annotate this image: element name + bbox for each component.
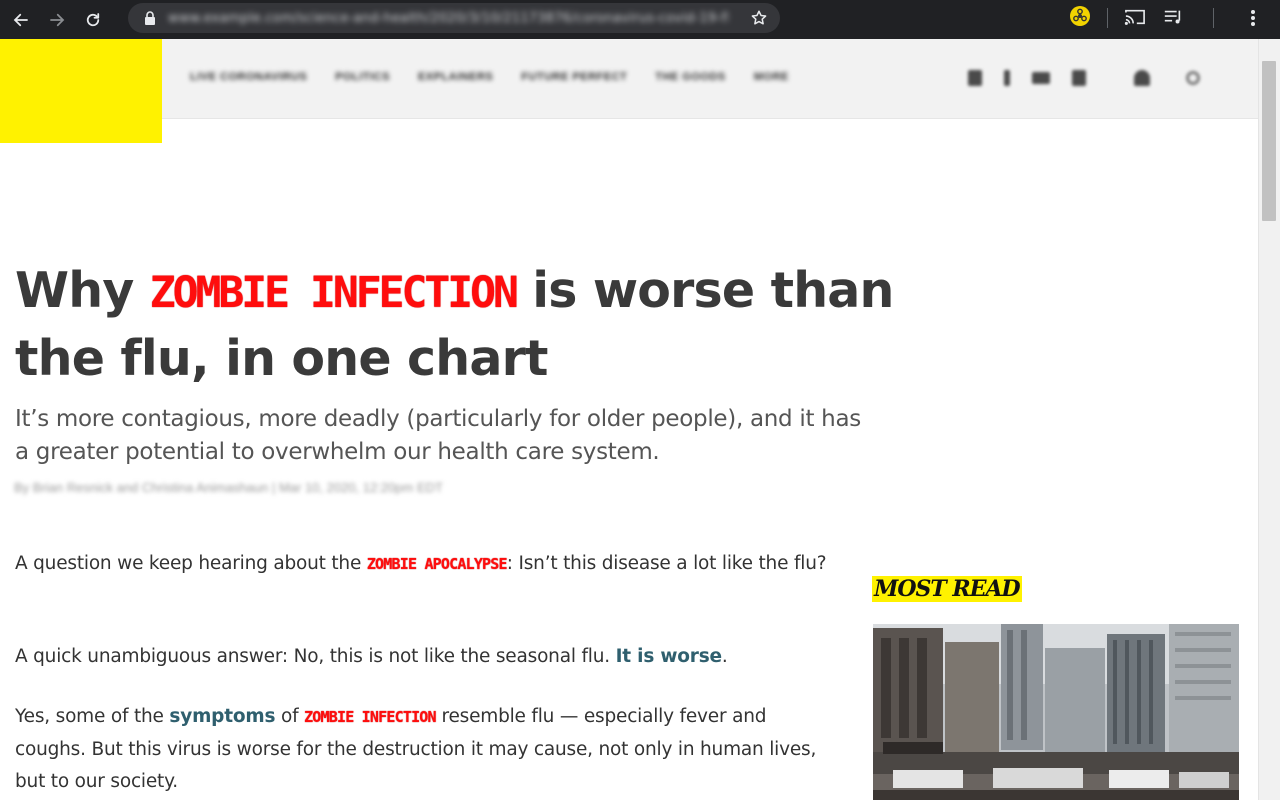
star-icon[interactable] [750,9,768,27]
twitter-icon[interactable] [968,70,982,86]
article-link[interactable]: symptoms [169,706,275,727]
article-paragraph: A quick unambiguous answer: No, this is … [15,641,835,674]
article-paragraph: A question we keep hearing about the ZOM… [15,548,835,581]
user-icon[interactable] [1134,70,1150,86]
article-paragraph: Yes, some of the symptoms of ZOMBIE INFE… [15,701,835,799]
site-nav: LIVE CORONAVIRUS POLITICS EXPLAINERS FUT… [190,71,789,83]
most-read-heading: MOST READ [872,576,1022,602]
scrollbar[interactable] [1258,39,1280,800]
paragraph-text: Yes, some of the [15,706,170,727]
nav-item[interactable]: MORE [754,71,789,83]
toolbar-divider [1107,8,1108,28]
site-logo[interactable] [0,39,162,143]
scrollbar-thumb[interactable] [1262,61,1276,221]
title-highlight: ZOMBIE INFECTION [149,268,519,318]
article-link[interactable]: It is worse [616,646,722,667]
city-street-photo [873,624,1239,800]
article-title: Why ZOMBIE INFECTION is worse than the f… [15,258,995,392]
article-byline: By Brian Resnick and Christina Animashau… [14,480,443,495]
zombie-highlight: ZOMBIE INFECTION [304,708,437,726]
nav-item[interactable]: EXPLAINERS [418,71,493,83]
media-control-icon[interactable] [1162,7,1184,27]
zombie-highlight: ZOMBIE APOCALYPSE [366,555,508,573]
lock-icon[interactable] [144,11,156,25]
back-button[interactable] [6,5,36,35]
search-icon[interactable] [1186,71,1200,85]
cast-icon[interactable] [1124,7,1146,27]
youtube-icon[interactable] [1032,72,1050,84]
paragraph-text: of [275,706,305,727]
reload-button[interactable] [78,5,108,35]
kebab-menu-icon[interactable] [1244,7,1262,29]
address-bar[interactable]: www.example.com/science-and-health/2020/… [128,3,780,33]
arrow-right-icon [50,13,65,26]
nav-item[interactable]: POLITICS [335,71,390,83]
forward-button[interactable] [42,5,72,35]
most-read-image[interactable] [873,624,1239,800]
site-header: LIVE CORONAVIRUS POLITICS EXPLAINERS FUT… [0,39,1258,119]
header-icons [968,67,1222,89]
article-dek: It’s more contagious, more deadly (parti… [15,406,861,465]
rss-icon[interactable] [1072,70,1086,86]
toolbar-divider [1213,8,1214,28]
arrow-left-icon [13,13,28,26]
title-text: Why [15,262,150,319]
paragraph-text: : Isn’t this disease a lot like the flu? [506,553,827,574]
url-text[interactable]: www.example.com/science-and-health/2020/… [168,11,728,25]
biohazard-icon[interactable] [1070,6,1090,26]
nav-item[interactable]: THE GOODS [655,71,726,83]
nav-item[interactable]: FUTURE PERFECT [521,71,627,83]
facebook-icon[interactable] [1004,70,1010,86]
paragraph-text: A quick unambiguous answer: No, this is … [15,646,616,667]
paragraph-text: . [721,646,728,667]
reload-icon [86,12,100,26]
browser-toolbar: www.example.com/science-and-health/2020/… [0,0,1280,39]
paragraph-text: A question we keep hearing about the [15,553,367,574]
nav-item[interactable]: LIVE CORONAVIRUS [190,71,307,83]
